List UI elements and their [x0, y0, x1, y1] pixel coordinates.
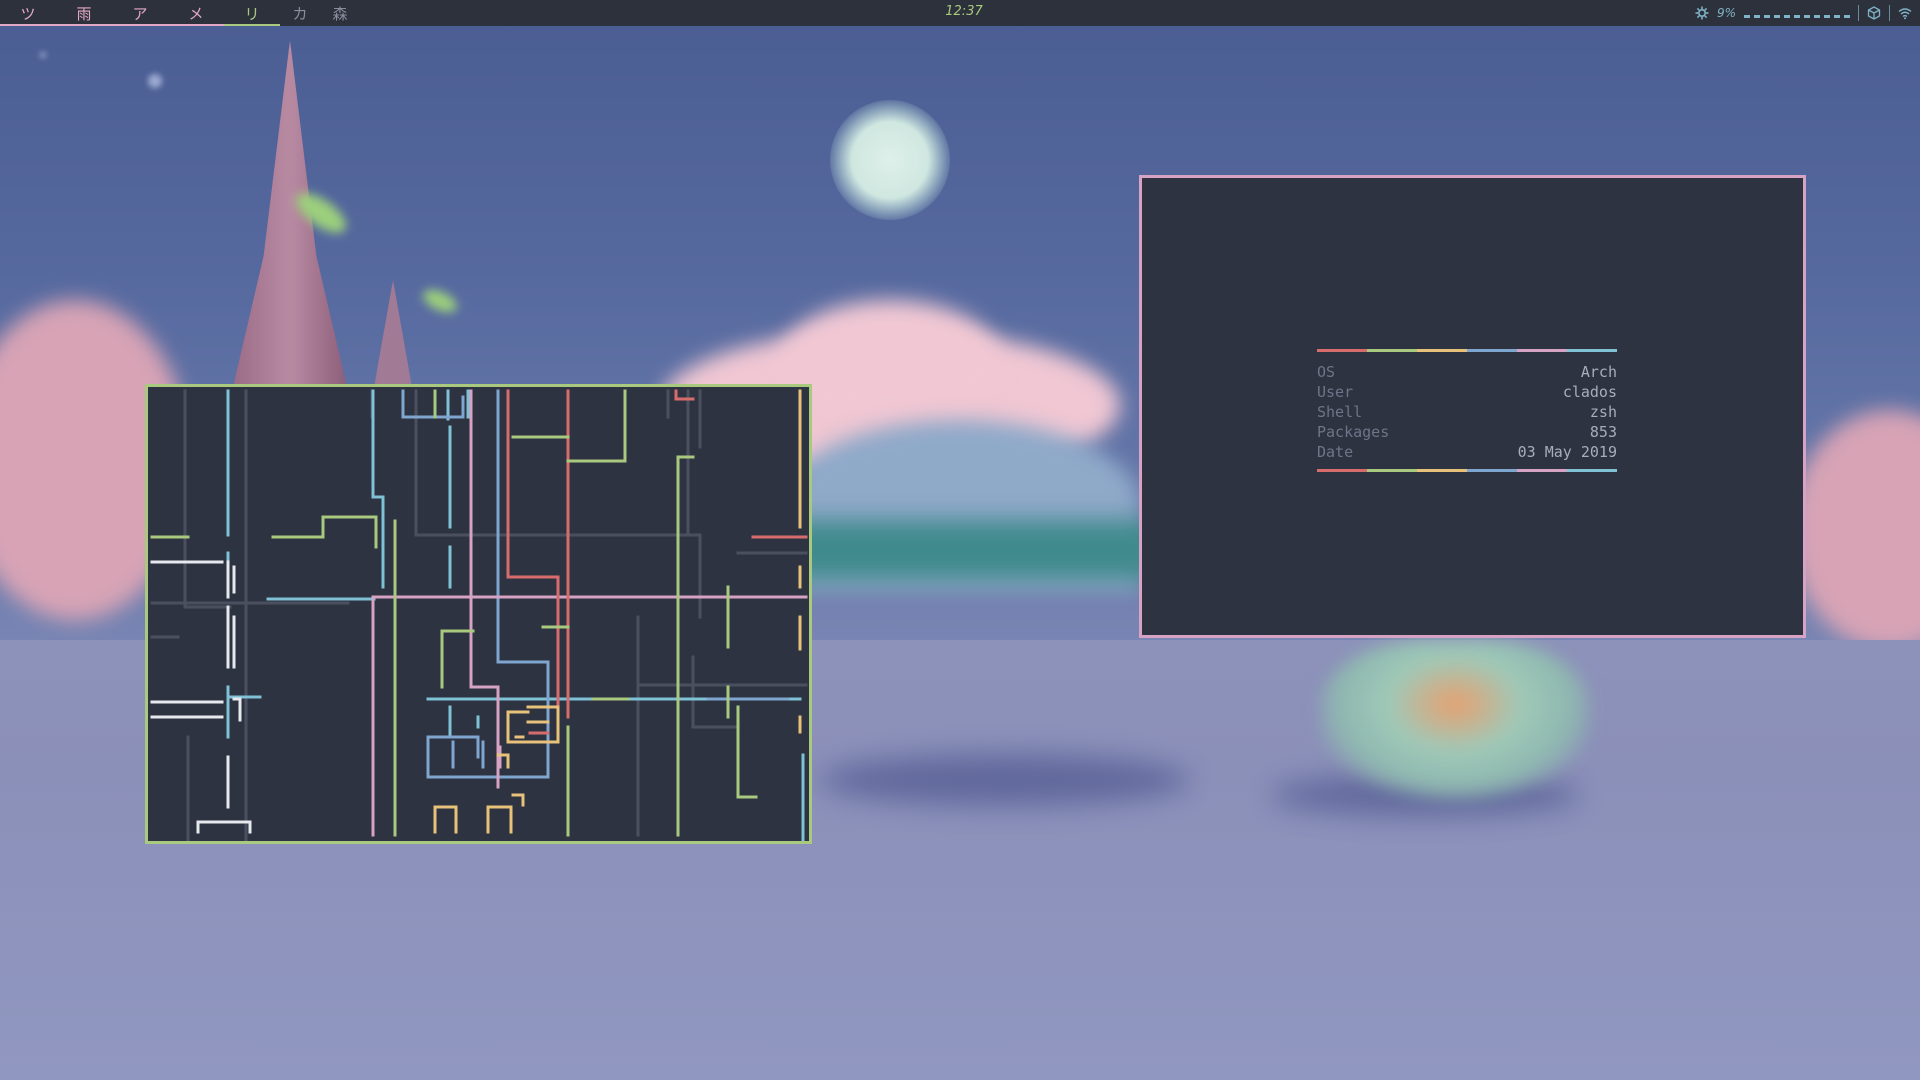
color-swatch-yellow — [1417, 469, 1467, 472]
boat — [1320, 640, 1590, 800]
blossom-tree — [1790, 410, 1920, 650]
sysinfo-row-packages: Packages 853 — [1317, 422, 1617, 442]
workspace-list: ツ 雨 ア メ リ カ 森 — [0, 0, 360, 26]
star — [40, 52, 46, 58]
star — [148, 74, 162, 88]
pipe-group-blue — [401, 389, 790, 779]
workspace-label: メ — [188, 4, 204, 23]
pipe-group-dim — [150, 389, 808, 841]
workspace-label: カ — [292, 4, 308, 23]
gear-icon[interactable] — [1695, 6, 1709, 20]
sysinfo-key: Date — [1317, 443, 1354, 461]
cpu-graph-segment — [1804, 14, 1810, 18]
treeline — [780, 520, 1160, 580]
pipes-screensaver — [150, 389, 808, 841]
sysinfo-row-user: User clados — [1317, 382, 1617, 402]
sysinfo-row-shell: Shell zsh — [1317, 402, 1617, 422]
pipes-terminal-window[interactable] — [145, 384, 812, 844]
cpu-graph-segment — [1774, 14, 1780, 18]
sysinfo-value: clados — [1562, 383, 1617, 401]
moon — [830, 100, 950, 220]
cpu-graph-segment — [1764, 14, 1770, 18]
sysinfo-key: Shell — [1317, 403, 1363, 421]
sysinfo-row-date: Date 03 May 2019 — [1317, 442, 1617, 462]
shadow — [820, 755, 1190, 805]
sysinfo-value: 853 — [1589, 423, 1617, 441]
sysinfo-key: User — [1317, 383, 1354, 401]
cpu-graph — [1744, 9, 1850, 18]
workspace-underline — [112, 24, 168, 26]
sysinfo-rows: OS Arch User clados Shell zsh Packages 8… — [1317, 362, 1617, 462]
workspace-underline — [224, 24, 280, 26]
pipe-group-magenta — [371, 389, 808, 837]
cpu-graph-segment — [1834, 14, 1840, 18]
pipe-group-yellow — [433, 389, 802, 834]
color-swatch-cyan — [1567, 469, 1617, 472]
bird — [419, 285, 461, 317]
color-swatch-magenta — [1517, 469, 1567, 472]
color-swatch-green — [1367, 469, 1417, 472]
package-icon[interactable] — [1867, 6, 1881, 20]
cpu-graph-segment — [1794, 14, 1800, 18]
workspace-label: リ — [244, 4, 260, 23]
top-bar: ツ 雨 ア メ リ カ 森 12:37 9% — [0, 0, 1920, 26]
color-swatch-blue — [1467, 469, 1517, 472]
workspace-5[interactable]: リ — [224, 0, 280, 26]
color-swatch-blue — [1467, 349, 1517, 352]
tray-separator — [1889, 5, 1890, 21]
cpu-graph-segment — [1744, 14, 1750, 18]
sysinfo-terminal-window[interactable]: OS Arch User clados Shell zsh Packages 8… — [1139, 175, 1806, 638]
workspace-underline — [56, 24, 112, 26]
color-swatch-magenta — [1517, 349, 1567, 352]
workspace-4[interactable]: メ — [168, 0, 224, 26]
color-bar-bottom — [1317, 469, 1617, 472]
workspace-3[interactable]: ア — [112, 0, 168, 26]
sysinfo-key: OS — [1317, 363, 1336, 381]
sysinfo-row-os: OS Arch — [1317, 362, 1617, 382]
workspace-label: ア — [132, 4, 148, 23]
workspace-1[interactable]: ツ — [0, 0, 56, 26]
workspace-label: 雨 — [76, 4, 92, 23]
sysinfo-panel: OS Arch User clados Shell zsh Packages 8… — [1317, 349, 1617, 472]
workspace-label: 森 — [332, 4, 348, 23]
sysinfo-value: Arch — [1580, 363, 1617, 381]
sysinfo-key: Packages — [1317, 423, 1390, 441]
cpu-usage: 9% — [1716, 6, 1736, 20]
color-swatch-red — [1317, 469, 1367, 472]
cpu-graph-segment — [1784, 14, 1790, 18]
pipe-group-cyan — [226, 389, 805, 841]
wifi-icon[interactable] — [1898, 6, 1912, 20]
tray-separator — [1858, 5, 1859, 21]
cloud — [780, 300, 1000, 420]
workspace-label: ツ — [20, 4, 36, 23]
workspace-7[interactable]: 森 — [320, 0, 360, 26]
workspace-2[interactable]: 雨 — [56, 0, 112, 26]
color-swatch-yellow — [1417, 349, 1467, 352]
cpu-graph-segment — [1814, 14, 1820, 18]
workspace-6[interactable]: カ — [280, 0, 320, 26]
pipe-group-red — [506, 389, 808, 735]
cpu-graph-segment — [1824, 14, 1830, 18]
sysinfo-value: zsh — [1589, 403, 1617, 421]
cpu-graph-segment — [1844, 14, 1850, 18]
color-swatch-red — [1317, 349, 1367, 352]
system-tray: 9% — [1695, 0, 1920, 26]
color-swatch-green — [1367, 349, 1417, 352]
sysinfo-value: 03 May 2019 — [1517, 443, 1617, 461]
workspace-underline — [168, 24, 224, 26]
cpu-graph-segment — [1754, 14, 1760, 18]
workspace-underline — [0, 24, 56, 26]
color-bar-top — [1317, 349, 1617, 352]
color-swatch-cyan — [1567, 349, 1617, 352]
